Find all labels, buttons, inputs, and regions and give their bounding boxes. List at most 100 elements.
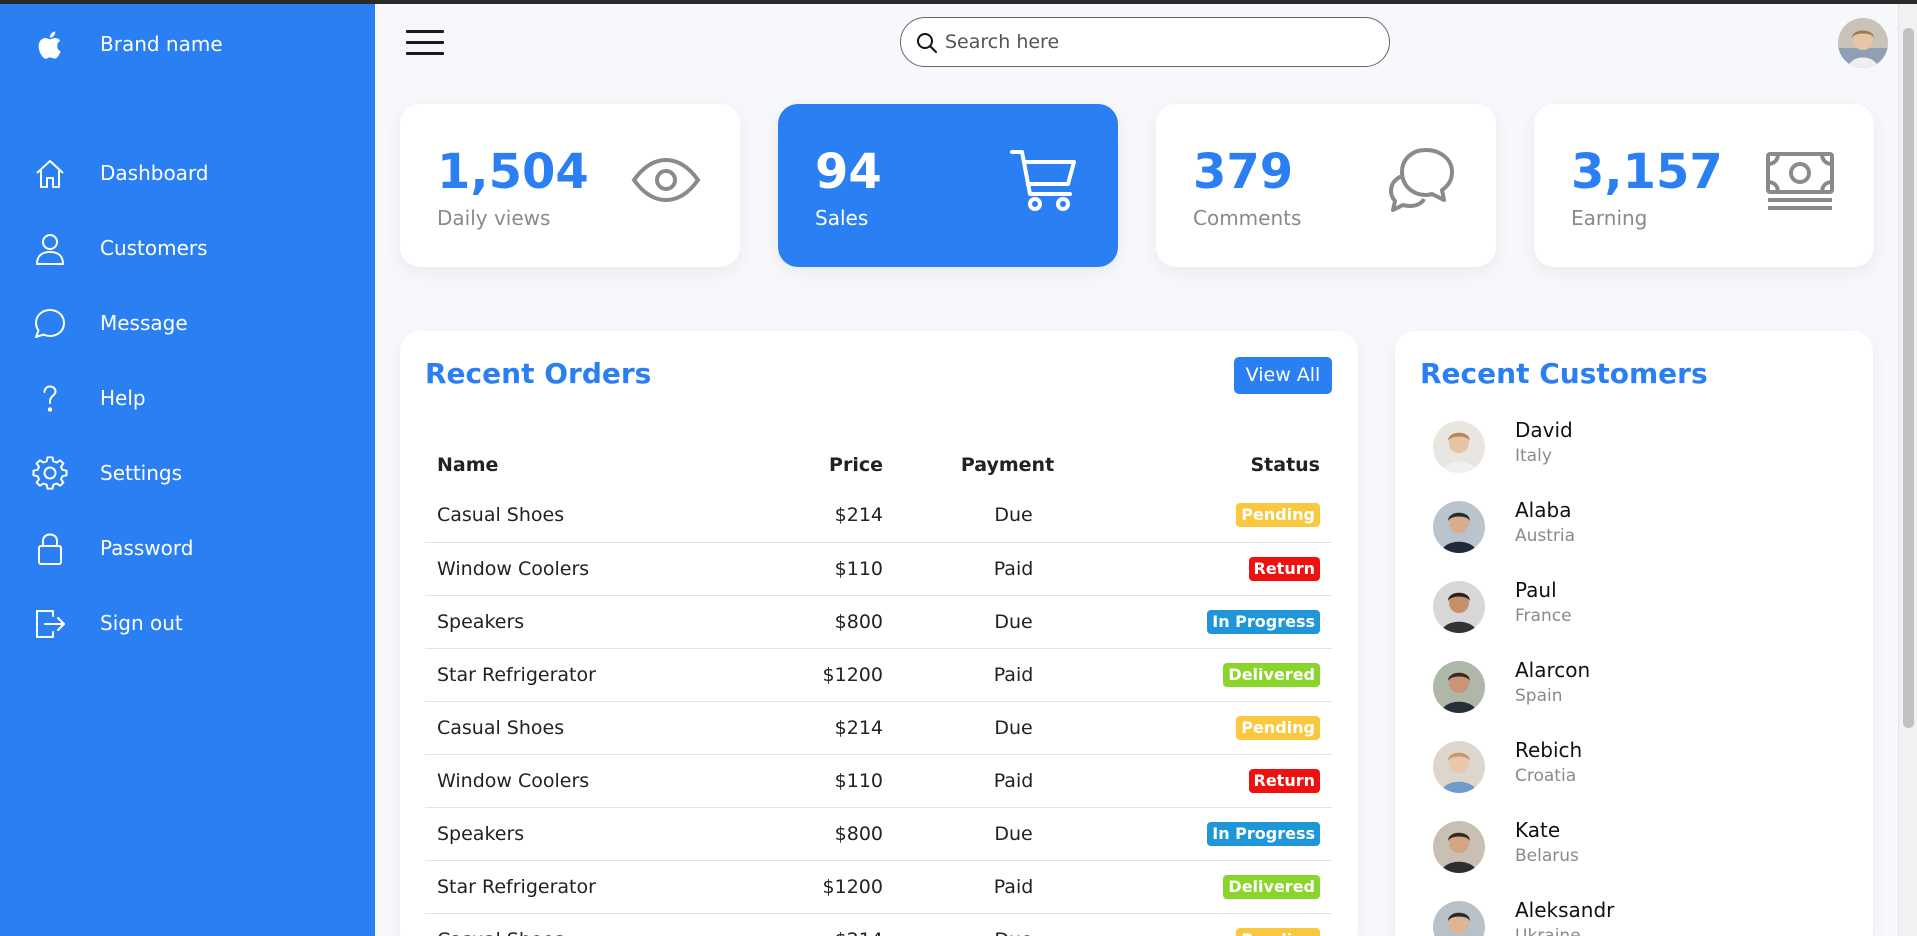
order-price: $110 <box>834 557 883 580</box>
hamburger-line <box>406 30 444 33</box>
order-name: Speakers <box>437 610 525 633</box>
table-row[interactable]: Window Coolers $110 Paid Return <box>425 754 1332 807</box>
customer-country: Croatia <box>1515 766 1577 786</box>
order-payment: Due <box>994 610 1033 633</box>
sidebar-item-password[interactable]: Password <box>0 519 375 579</box>
table-row[interactable]: Speakers $800 Due In Progress <box>425 595 1332 648</box>
stat-card-earning[interactable]: 3,157 Earning <box>1534 104 1874 267</box>
sidebar-item-settings[interactable]: Settings <box>0 444 375 504</box>
sidebar-item-label: Settings <box>100 461 183 485</box>
order-status-cell: Delivered <box>1120 648 1332 701</box>
scrollbar-thumb[interactable] <box>1903 28 1914 728</box>
sidebar-item-dashboard[interactable]: Dashboard <box>0 144 375 204</box>
sidebar-item-customers[interactable]: Customers <box>0 219 375 279</box>
order-status-cell: Return <box>1120 754 1332 807</box>
status-badge: Pending <box>1236 503 1320 528</box>
order-status-cell: Pending <box>1120 913 1332 936</box>
table-row[interactable]: Star Refrigerator $1200 Paid Delivered <box>425 860 1332 913</box>
table-row[interactable]: Casual Shoes$214DuePending <box>425 489 1332 542</box>
customer-avatar <box>1433 661 1485 713</box>
customer-country: Ukraine <box>1515 926 1581 936</box>
window-top-border <box>0 0 1917 4</box>
stat-value: 94 <box>815 144 882 200</box>
stat-label: Earning <box>1571 206 1648 230</box>
table-row[interactable]: Star Refrigerator $1200 Paid Delivered <box>425 648 1332 701</box>
order-payment: Paid <box>993 663 1034 686</box>
order-payment: Paid <box>993 769 1034 792</box>
order-name: Casual Shoes <box>425 913 755 936</box>
table-row[interactable]: Speakers $800 Due In Progress <box>425 807 1332 860</box>
status-badge: Pending <box>1236 927 1320 936</box>
brand-name: Brand name <box>100 32 223 56</box>
order-price: $214 <box>755 913 895 936</box>
sidebar-item-label: Customers <box>100 236 208 260</box>
customer-item[interactable]: Alaba Austria <box>1433 498 1833 568</box>
view-all-button[interactable]: View All <box>1234 357 1332 394</box>
customer-country: Belarus <box>1515 846 1579 866</box>
eye-icon <box>631 157 701 203</box>
customer-name: Kate <box>1515 818 1561 842</box>
sidebar-item-message[interactable]: Message <box>0 294 375 354</box>
status-badge: Return <box>1248 768 1320 793</box>
user-avatar[interactable] <box>1838 18 1888 68</box>
stat-card-sales[interactable]: 94 Sales <box>778 104 1118 267</box>
order-price: $110 <box>834 769 883 792</box>
apple-logo-icon <box>38 31 61 59</box>
search-input[interactable] <box>945 27 1365 57</box>
hamburger-line <box>406 52 444 55</box>
sidebar-item-help[interactable]: Help <box>0 369 375 429</box>
stat-label: Daily views <box>437 206 551 230</box>
brand[interactable]: Brand name <box>0 4 375 82</box>
recent-orders-panel: Recent Orders View All Name Price Paymen… <box>400 331 1358 936</box>
search-icon <box>917 33 937 53</box>
recent-customers-panel: Recent Customers David Italy Alaba Austria P… <box>1395 331 1873 936</box>
order-name: Speakers <box>437 822 525 845</box>
stat-label: Comments <box>1193 206 1302 230</box>
lock-icon <box>38 533 62 565</box>
status-badge: Pending <box>1236 715 1320 740</box>
order-price: $1200 <box>822 663 883 686</box>
order-name: Window Coolers <box>437 769 590 792</box>
column-header-status: Status <box>1250 454 1320 476</box>
customer-avatar <box>1433 901 1485 936</box>
sidebar-item-label: Message <box>100 311 188 335</box>
stat-value: 1,504 <box>437 144 589 200</box>
stat-card-comments[interactable]: 379 Comments <box>1156 104 1496 267</box>
stat-card-daily-views[interactable]: 1,504 Daily views <box>400 104 740 267</box>
customer-item[interactable]: David Italy <box>1433 418 1833 488</box>
customer-avatar <box>1433 501 1485 553</box>
customer-country: Spain <box>1515 686 1563 706</box>
customer-avatar <box>1433 741 1485 793</box>
table-row[interactable]: Casual Shoes$214DuePending <box>425 701 1332 754</box>
stat-value: 379 <box>1193 144 1294 200</box>
order-status-cell: In Progress <box>1120 807 1332 860</box>
customer-item[interactable]: Alarcon Spain <box>1433 658 1833 728</box>
cart-icon <box>1010 150 1076 211</box>
menu-toggle-button[interactable] <box>406 30 444 56</box>
main-content: 1,504 Daily views 94 Sales 379 Comments … <box>375 4 1898 936</box>
customer-item[interactable]: Paul France <box>1433 578 1833 648</box>
customer-avatar <box>1433 821 1485 873</box>
hamburger-line <box>406 41 444 44</box>
sidebar-item-label: Password <box>100 536 194 560</box>
orders-table-body: Casual Shoes $214 Due Pending Window Coolers… <box>425 489 1332 936</box>
recent-orders-title: Recent Orders <box>425 357 652 390</box>
customer-name: Paul <box>1515 578 1557 602</box>
chat-bubbles-icon <box>1389 148 1454 212</box>
sidebar-item-sign-out[interactable]: Sign out <box>0 594 375 654</box>
order-price: $1200 <box>822 875 883 898</box>
sidebar: Brand name Dashboard Customers Message H… <box>0 4 375 936</box>
customer-item[interactable]: Kate Belarus <box>1433 818 1833 888</box>
customer-country: Austria <box>1515 526 1576 546</box>
person-icon <box>36 234 64 265</box>
customer-item[interactable]: Rebich Croatia <box>1433 738 1833 808</box>
order-status-cell: Pending <box>1120 701 1332 754</box>
order-name: Window Coolers <box>437 557 590 580</box>
status-badge: Delivered <box>1223 874 1320 899</box>
customer-item[interactable]: Aleksandr Ukraine <box>1433 898 1833 936</box>
table-row[interactable]: Casual Shoes$214DuePending <box>425 913 1332 936</box>
vertical-scrollbar[interactable] <box>1898 4 1917 936</box>
order-status-cell: In Progress <box>1120 595 1332 648</box>
order-payment: Paid <box>993 557 1034 580</box>
table-row[interactable]: Window Coolers $110 Paid Return <box>425 542 1332 595</box>
